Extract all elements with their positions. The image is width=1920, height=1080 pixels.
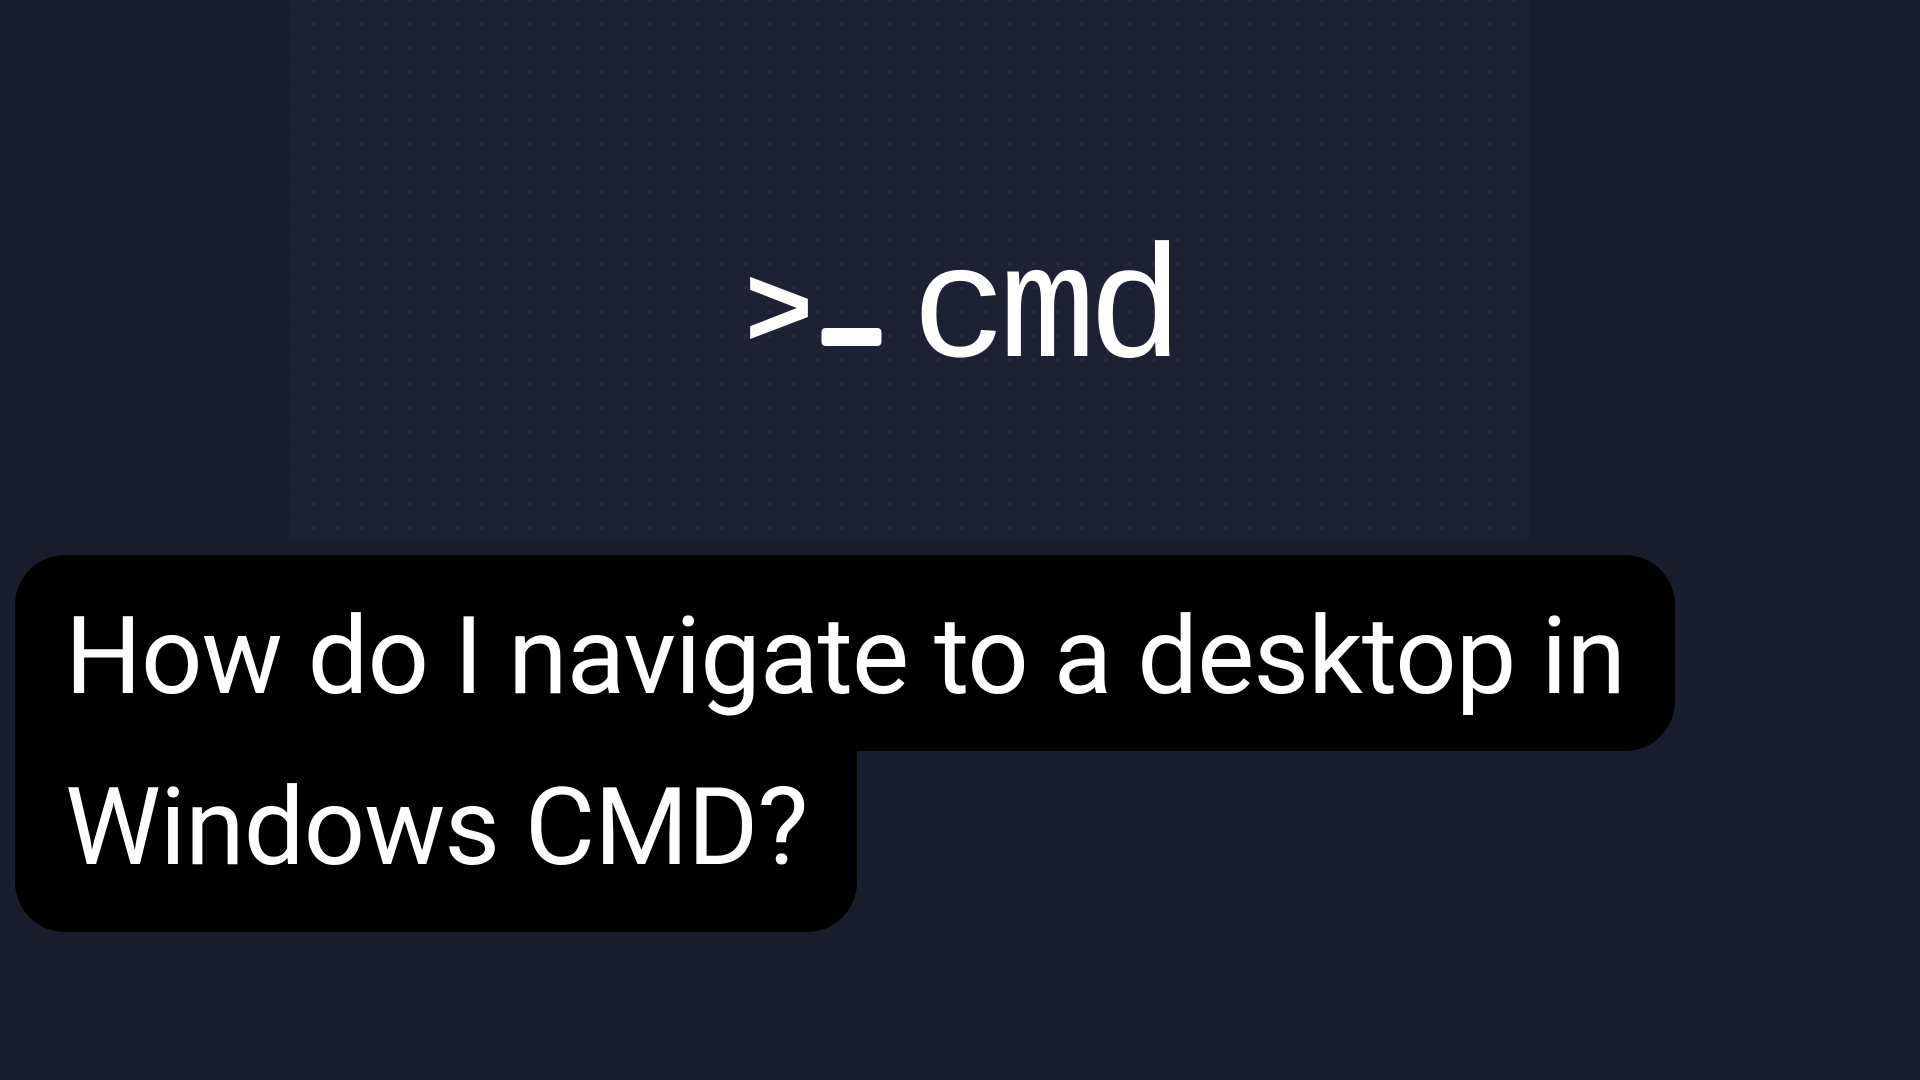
question-line-1: How do I navigate to a desktop in: [15, 555, 1675, 751]
question-line-2: Windows CMD?: [15, 746, 857, 932]
cursor-underscore-icon: [821, 328, 881, 346]
question-heading: How do I navigate to a desktop in Window…: [15, 555, 1675, 932]
terminal-prompt-icon: >: [744, 258, 881, 373]
logo-text: cmd: [911, 235, 1175, 395]
chevron-right-icon: >: [744, 258, 813, 373]
cmd-logo: > cmd: [744, 235, 1175, 395]
